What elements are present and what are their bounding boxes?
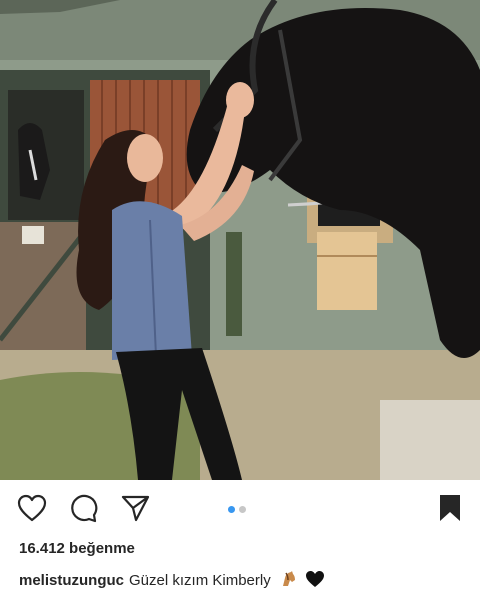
bookmark-filled-icon bbox=[439, 494, 461, 527]
horse-face-emoji bbox=[279, 570, 297, 592]
carousel-dot-active bbox=[228, 506, 235, 513]
comment-bubble-icon bbox=[68, 493, 98, 528]
share-button[interactable] bbox=[118, 493, 152, 527]
caption-text: Güzel kızım Kimberly bbox=[129, 572, 271, 589]
instagram-post: 16.412 beğenme melistuzunguc Güzel kızım … bbox=[0, 0, 480, 597]
photo-woman-with-horse bbox=[0, 0, 480, 480]
likes-count[interactable]: 16.412 beğenme bbox=[19, 540, 135, 557]
paper-plane-icon bbox=[120, 494, 150, 527]
post-photo[interactable] bbox=[0, 0, 480, 480]
save-button[interactable] bbox=[433, 493, 467, 527]
comment-button[interactable] bbox=[66, 493, 100, 527]
heart-outline-icon bbox=[17, 494, 47, 527]
post-caption: melistuzunguc Güzel kızım Kimberly bbox=[19, 570, 325, 592]
caption-username[interactable]: melistuzunguc bbox=[19, 572, 124, 589]
carousel-indicator bbox=[228, 506, 246, 513]
carousel-dot bbox=[239, 506, 246, 513]
black-heart-emoji bbox=[305, 570, 325, 592]
like-button[interactable] bbox=[15, 493, 49, 527]
action-bar bbox=[0, 480, 480, 540]
